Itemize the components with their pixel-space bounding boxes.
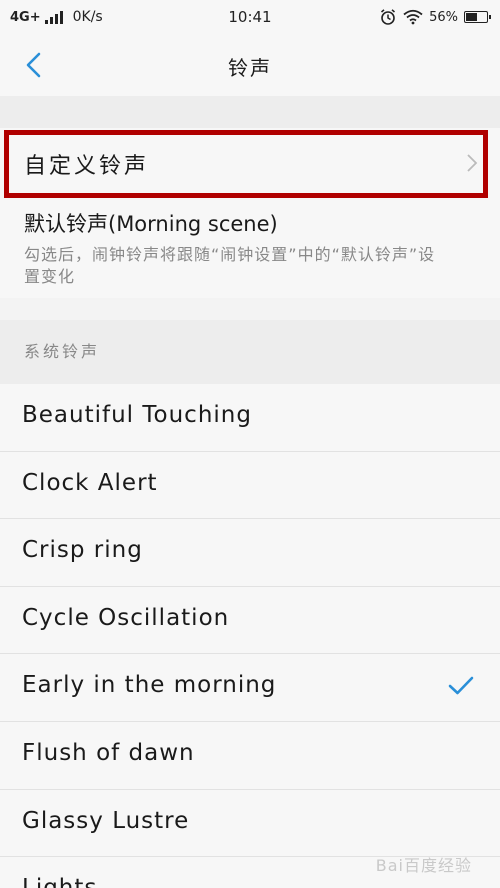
- ringtone-name: Flush of dawn: [22, 739, 195, 766]
- default-ringtone-description: 勾选后，闹钟铃声将跟随“闹钟设置”中的“默认铃声”设置变化: [24, 245, 436, 286]
- system-ringtones-header: 系统铃声: [0, 320, 500, 384]
- ringtone-item[interactable]: Clock Alert: [0, 451, 500, 520]
- status-bar: 4G+ 0K/s 10:41 56%: [0, 0, 500, 34]
- ringtone-name: Crisp ring: [22, 537, 143, 564]
- ringtone-item[interactable]: Crisp ring: [0, 519, 500, 587]
- default-ringtone-row[interactable]: 默认铃声(Morning scene) 勾选后，闹钟铃声将跟随“闹钟设置”中的“…: [0, 198, 500, 298]
- ringtone-name: Beautiful Touching: [22, 402, 252, 428]
- custom-ringtone-label: 自定义铃声: [24, 154, 150, 179]
- ringtone-name: Clock Alert: [22, 469, 158, 496]
- ringtone-name: Glassy Lustre: [22, 807, 190, 834]
- checkmark-icon: [448, 677, 474, 695]
- battery-percent: 56%: [429, 9, 458, 25]
- ringtone-item[interactable]: Cycle Oscillation: [0, 586, 500, 655]
- app-header: 铃声: [0, 34, 500, 96]
- default-ringtone-title: 默认铃声(Morning scene): [24, 212, 278, 236]
- ringtone-name: Lights: [22, 875, 97, 888]
- battery-icon: [464, 11, 491, 23]
- ringtone-item-selected[interactable]: Early in the morning: [0, 654, 500, 722]
- ringtone-list: Beautiful Touching Clock Alert Crisp rin…: [0, 384, 500, 888]
- watermark: Bai百度经验: [375, 856, 472, 875]
- system-ringtones-label: 系统铃声: [24, 342, 101, 361]
- status-right: 56%: [379, 8, 491, 26]
- section-spacer: [0, 96, 500, 128]
- ringtone-item[interactable]: Flush of dawn: [0, 721, 500, 790]
- alarm-icon: [381, 9, 396, 25]
- wifi-icon: [403, 9, 423, 25]
- page-title: 铃声: [228, 56, 272, 80]
- ringtone-item[interactable]: Glassy Lustre: [0, 789, 500, 858]
- custom-ringtone-row[interactable]: 自定义铃声: [0, 128, 500, 198]
- ringtone-name: Cycle Oscillation: [22, 604, 230, 631]
- chevron-right-icon: [467, 154, 478, 172]
- ringtone-item[interactable]: Beautiful Touching: [0, 384, 500, 452]
- ringtone-name: Early in the morning: [22, 672, 277, 699]
